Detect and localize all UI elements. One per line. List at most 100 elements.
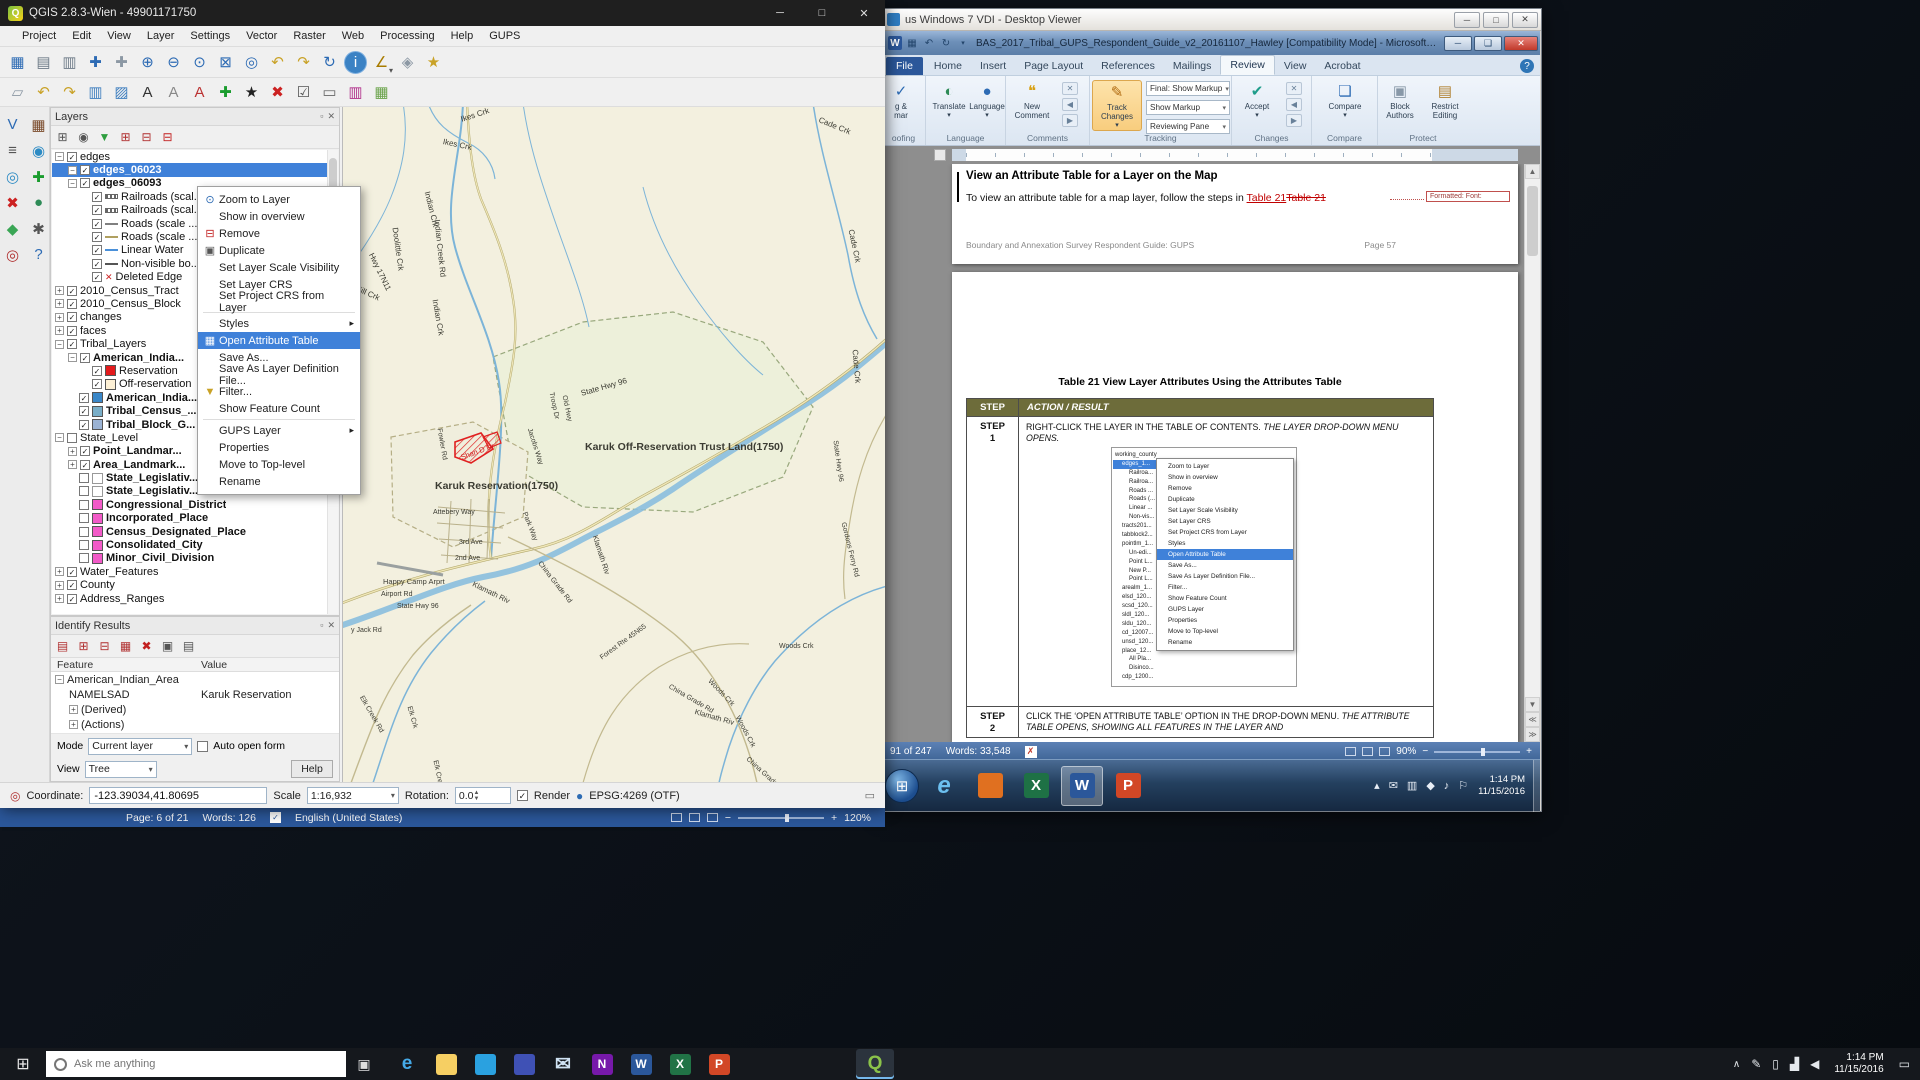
collapse-icon[interactable]: − <box>55 675 64 684</box>
bg-word-page[interactable]: Page: 6 of 21 <box>126 812 188 824</box>
float-panel-icon[interactable]: ▫ <box>320 620 323 631</box>
menu-item-duplicate[interactable]: ▣Duplicate <box>198 242 360 259</box>
vdi-maximize-button[interactable]: □ <box>1483 12 1509 28</box>
composer-manager-button[interactable]: ▥ <box>58 51 81 74</box>
coordinate-icon[interactable]: ◎ <box>10 789 20 803</box>
tab-references[interactable]: References <box>1092 57 1164 75</box>
flag-icon[interactable]: ⚐ <box>1458 779 1468 792</box>
menu-help[interactable]: Help <box>443 30 482 42</box>
statistics-button[interactable]: ▥ <box>344 81 367 104</box>
scroll-down-icon[interactable]: ▼ <box>1525 697 1540 712</box>
web-layout-icon[interactable] <box>707 813 718 822</box>
pan-map-button[interactable]: ✚ <box>84 51 107 74</box>
expand-icon[interactable]: + <box>69 705 78 714</box>
layer-item-incorporated-place[interactable]: Incorporated_Place <box>52 512 327 525</box>
collapse-tree-button[interactable]: ⊟ <box>95 637 114 656</box>
vscroll-thumb[interactable] <box>1527 186 1538 256</box>
print-layout-icon[interactable] <box>689 813 700 822</box>
add-vector-layer-button[interactable]: V <box>1 113 24 136</box>
save-icon[interactable]: ▦ <box>905 36 919 50</box>
show-desktop-button[interactable] <box>1533 760 1540 812</box>
collapse-icon[interactable]: − <box>55 340 64 349</box>
chrome-button[interactable] <box>778 1049 816 1079</box>
previous-page-icon[interactable]: ≪ <box>1525 712 1540 727</box>
rotation-spinner[interactable]: 0.0▲▼ <box>455 787 511 804</box>
select-features-button[interactable]: ★ <box>240 81 263 104</box>
qgis-maximize-button[interactable]: □ <box>801 0 843 26</box>
identify-row-american-indian-area[interactable]: −American_Indian_Area <box>51 672 339 687</box>
checkbox-roads-scale[interactable]: ✓ <box>92 219 102 229</box>
messages-icon[interactable]: ▭ <box>865 789 875 802</box>
tab-review[interactable]: Review <box>1220 55 1274 75</box>
checkbox-changes[interactable]: ✓ <box>67 312 77 322</box>
store-button[interactable] <box>466 1049 504 1079</box>
next-comment-icon[interactable]: ▶ <box>1062 114 1078 127</box>
spelling-grammar-button[interactable]: ✓ g & mar <box>882 80 924 120</box>
render-checkbox[interactable]: ✓ <box>517 790 528 801</box>
expand-tree-button[interactable]: ⊞ <box>74 637 93 656</box>
layer-item-consolidated-city[interactable]: Consolidated_City <box>52 538 327 551</box>
show-markup-dropdown[interactable]: Show Markup▾ <box>1146 100 1230 115</box>
language-button[interactable]: ● Language▾ <box>964 80 1010 120</box>
zoom-in-icon[interactable]: + <box>1526 746 1532 757</box>
document-page-2[interactable]: Table 21 View Layer Attributes Using the… <box>952 272 1518 742</box>
zoom-last-button[interactable]: ↶ <box>266 51 289 74</box>
checkbox-railroads-scal[interactable]: ✓ <box>92 205 102 215</box>
menu-item-remove[interactable]: ⊟Remove <box>198 225 360 242</box>
menu-item-save-as-layer-definition-file[interactable]: Save As Layer Definition File... <box>198 366 360 383</box>
menu-item-gups-layer[interactable]: GUPS Layer▸ <box>198 422 360 439</box>
checkbox-state-legislativ[interactable] <box>79 473 89 483</box>
word-maximize-button[interactable]: ❏ <box>1474 36 1502 51</box>
add-feature-button[interactable]: ✚ <box>214 81 237 104</box>
expand-new-results-button[interactable]: ▦ <box>116 637 135 656</box>
expand-icon[interactable]: + <box>55 286 64 295</box>
expand-icon[interactable]: + <box>55 313 64 322</box>
task-view-button[interactable]: ▣ <box>346 1048 382 1080</box>
zoom-in-button[interactable]: ⊕ <box>136 51 159 74</box>
menu-view[interactable]: View <box>99 30 139 42</box>
filter-legend-button[interactable]: ▼ <box>95 128 114 147</box>
new-shapefile-button[interactable]: ✚ <box>27 165 50 188</box>
checkbox-point-landmar[interactable]: ✓ <box>80 446 90 456</box>
mail-icon[interactable]: ✉ <box>1389 779 1398 792</box>
previous-comment-icon[interactable]: ◀ <box>1062 98 1078 111</box>
expand-icon[interactable]: + <box>55 326 64 335</box>
map-canvas[interactable]: Ikes CrkIkes CrkCade CrkIndian CrkDoolit… <box>342 107 885 782</box>
checkbox-off-reservation[interactable]: ✓ <box>92 379 102 389</box>
checkbox-tribal-block-g[interactable]: ✓ <box>79 420 89 430</box>
vdi-minimize-button[interactable]: ─ <box>1454 12 1480 28</box>
tab-acrobat[interactable]: Acrobat <box>1315 57 1369 75</box>
checkbox-faces[interactable]: ✓ <box>67 326 77 336</box>
checkbox-american-india[interactable]: ✓ <box>79 393 89 403</box>
reviewing-pane-dropdown[interactable]: Reviewing Pane▾ <box>1146 119 1230 134</box>
float-panel-icon[interactable]: ▫ <box>320 111 323 122</box>
processing-tool-button[interactable]: ✱ <box>27 217 50 240</box>
identify-panel-header[interactable]: Identify Results ▫✕ <box>51 617 339 635</box>
menu-item-set-project-crs-from-layer[interactable]: Set Project CRS from Layer <box>198 293 360 310</box>
tab-page-layout[interactable]: Page Layout <box>1015 57 1092 75</box>
expand-icon[interactable]: + <box>55 581 64 590</box>
close-panel-icon[interactable]: ✕ <box>327 111 335 122</box>
powerpoint-button[interactable]: P <box>700 1049 738 1079</box>
collapse-icon[interactable]: − <box>55 433 64 442</box>
pan-to-selection-button[interactable]: ✚ <box>110 51 133 74</box>
menu-item-styles[interactable]: Styles▸ <box>198 315 360 332</box>
powerpoint-button[interactable]: P <box>1107 766 1149 806</box>
battery-icon[interactable]: ▯ <box>1772 1057 1779 1071</box>
checkbox-tribal-census[interactable]: ✓ <box>79 406 89 416</box>
next-change-icon[interactable]: ▶ <box>1286 114 1302 127</box>
word-minimize-button[interactable]: ─ <box>1444 36 1472 51</box>
checkbox-2010-census-block[interactable]: ✓ <box>67 299 77 309</box>
menu-web[interactable]: Web <box>334 30 372 42</box>
excel-button[interactable]: X <box>1015 766 1057 806</box>
fullscreen-reading-icon[interactable] <box>1362 747 1373 756</box>
edge-button[interactable]: e <box>388 1049 426 1079</box>
zoom-to-layer-button[interactable]: ◎ <box>240 51 263 74</box>
bg-word-language[interactable]: English (United States) <box>295 812 402 824</box>
layer-item-census-designated-place[interactable]: Census_Designated_Place <box>52 525 327 538</box>
menu-layer[interactable]: Layer <box>139 30 183 42</box>
bg-zoom-level[interactable]: 120% <box>844 812 871 824</box>
globe-tool-button[interactable]: ● <box>27 191 50 214</box>
new-bookmark-button[interactable]: ★ <box>422 51 445 74</box>
start-orb-icon[interactable]: ⊞ <box>885 769 919 803</box>
